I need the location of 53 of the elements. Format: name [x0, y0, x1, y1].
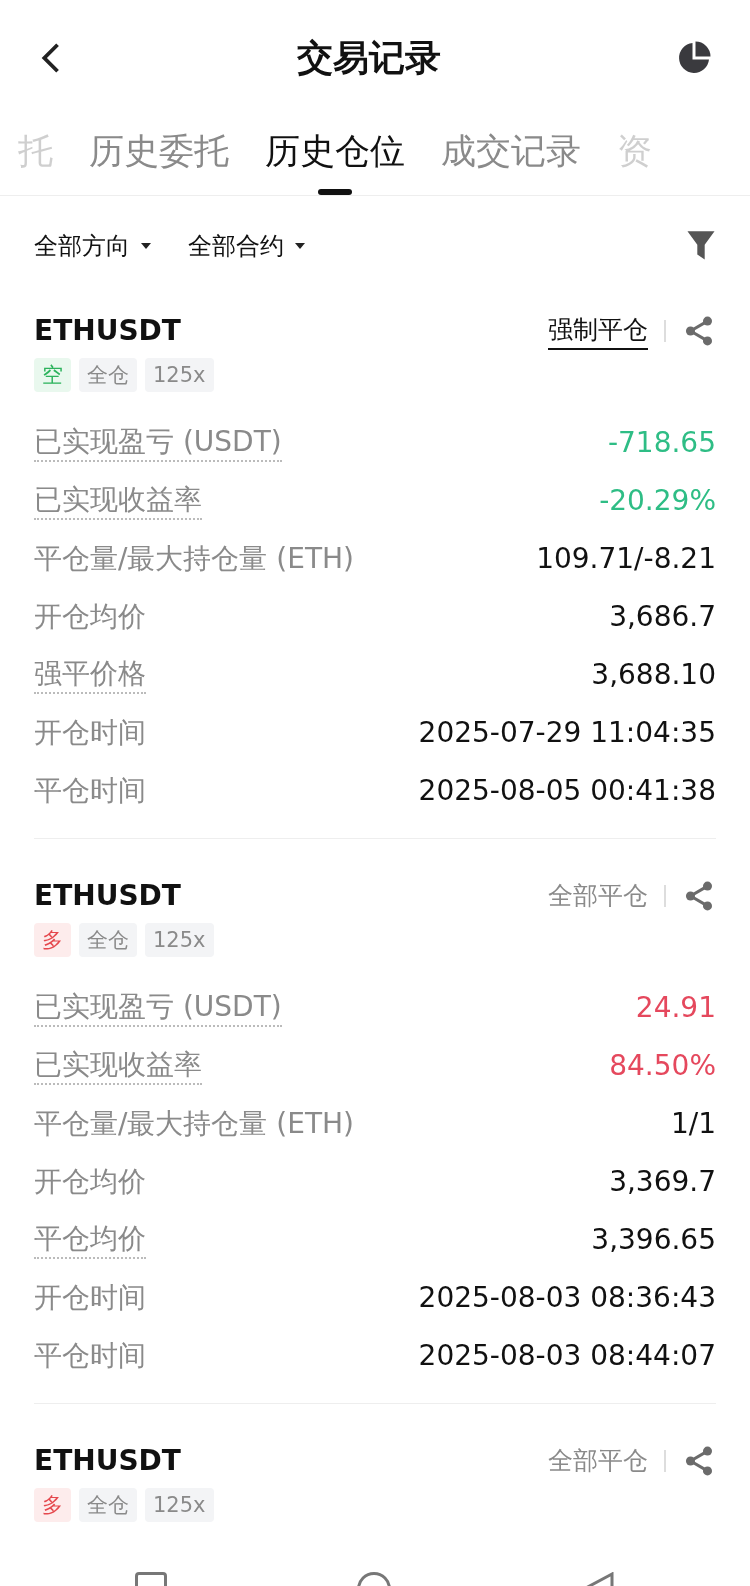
field-label: 开仓时间	[34, 1280, 146, 1316]
tag: 125x	[145, 923, 214, 957]
tab[interactable]: 历史仓位	[247, 124, 423, 195]
field-value: 24.91	[635, 990, 716, 1026]
field-label[interactable]: 强平价格	[34, 656, 146, 694]
close-type-link[interactable]: 全部平仓	[548, 1443, 648, 1479]
field-label: 平仓量/最大持仓量 (ETH)	[34, 541, 355, 577]
field-value: 3,686.7	[609, 599, 716, 635]
tag: 空	[34, 358, 71, 392]
field-value: 2025-08-03 08:36:43	[418, 1280, 716, 1316]
filter-icon[interactable]	[686, 230, 716, 262]
caret-icon	[140, 242, 152, 250]
field-label[interactable]: 已实现盈亏 (USDT)	[34, 989, 282, 1027]
symbol-name: ETHUSDT	[34, 878, 181, 914]
tab[interactable]: 成交记录	[423, 124, 599, 195]
close-type-link[interactable]: 强制平仓	[548, 312, 648, 350]
field-value: 2025-07-29 11:04:35	[418, 715, 716, 751]
field-label[interactable]: 已实现收益率	[34, 482, 202, 520]
tag: 多	[34, 923, 71, 957]
field-label: 开仓均价	[34, 1164, 146, 1200]
tab[interactable]: 历史委托	[71, 124, 247, 195]
field-value: 3,688.10	[591, 657, 716, 693]
tag: 全仓	[79, 923, 137, 957]
close-type-link[interactable]: 全部平仓	[548, 878, 648, 914]
caret-icon	[294, 242, 306, 250]
field-label[interactable]: 平仓均价	[34, 1221, 146, 1259]
field-value: 1/1	[670, 1106, 716, 1142]
field-value: 3,396.65	[591, 1222, 716, 1258]
field-value: 2025-08-05 00:41:38	[418, 773, 716, 809]
field-label: 平仓量/最大持仓量 (ETH)	[34, 1106, 355, 1142]
field-value: 2025-08-03 08:44:07	[418, 1338, 716, 1374]
field-label: 开仓均价	[34, 599, 146, 635]
field-label: 开仓时间	[34, 715, 146, 751]
tag: 多	[34, 1488, 71, 1522]
field-label: 平仓时间	[34, 1338, 146, 1374]
filter-dropdown[interactable]: 全部合约	[188, 228, 306, 264]
page-title: 交易记录	[297, 36, 441, 80]
field-label: 平仓时间	[34, 773, 146, 809]
field-value: -20.29%	[599, 483, 716, 519]
filter-dropdown[interactable]: 全部方向	[34, 228, 152, 264]
field-label[interactable]: 已实现收益率	[34, 1047, 202, 1085]
symbol-name: ETHUSDT	[34, 1443, 181, 1479]
field-value: 3,369.7	[609, 1164, 716, 1200]
tag: 全仓	[79, 358, 137, 392]
symbol-name: ETHUSDT	[34, 313, 181, 349]
field-value: -718.65	[607, 425, 716, 461]
tag: 125x	[145, 358, 214, 392]
tag: 全仓	[79, 1488, 137, 1522]
field-value: 109.71/-8.21	[536, 541, 716, 577]
tag: 125x	[145, 1488, 214, 1522]
pie-chart-icon[interactable]	[676, 40, 712, 76]
field-label[interactable]: 已实现盈亏 (USDT)	[34, 424, 282, 462]
field-value: 84.50%	[609, 1048, 716, 1084]
